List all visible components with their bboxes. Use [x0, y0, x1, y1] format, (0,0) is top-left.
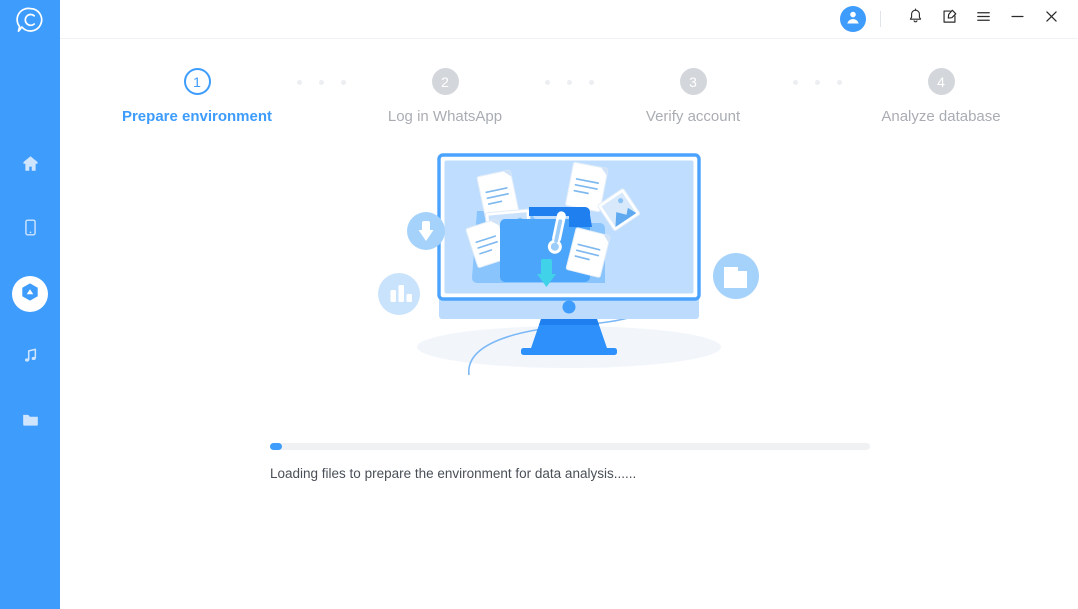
folder-icon — [21, 410, 40, 434]
step-4-label: Analyze database — [881, 108, 1001, 125]
chat-bubble-c-logo-icon — [15, 5, 45, 40]
home-icon — [21, 154, 40, 178]
step-1-label: Prepare environment — [121, 108, 273, 125]
sidebar-item-files[interactable] — [12, 404, 48, 440]
connector-dot — [544, 80, 550, 85]
app-window: 1 Prepare environment 2 Log in WhatsApp — [0, 0, 1078, 609]
step-1-prepare-environment[interactable]: 1 Prepare environment — [112, 68, 282, 125]
avatar[interactable] — [840, 6, 866, 32]
connector-dot — [836, 80, 842, 85]
close-button[interactable] — [1038, 6, 1064, 32]
step-4-circle: 4 — [927, 68, 955, 95]
titlebar-divider — [880, 11, 881, 27]
connector-dot — [566, 80, 572, 85]
recover-droplet-icon — [19, 281, 41, 308]
connector-dot — [588, 80, 594, 85]
step-3-circle: 3 — [679, 68, 707, 95]
sidebar-item-music[interactable] — [12, 340, 48, 376]
app-logo[interactable] — [0, 0, 60, 44]
close-icon — [1043, 8, 1060, 30]
bell-icon — [907, 8, 924, 30]
step-3-verify-account[interactable]: 3 Verify account — [608, 68, 778, 125]
connector-dot — [318, 80, 324, 85]
step-3-label: Verify account — [645, 108, 741, 125]
connector-dot — [296, 80, 302, 85]
minimize-button[interactable] — [1004, 6, 1030, 32]
main-column: 1 Prepare environment 2 Log in WhatsApp — [60, 0, 1078, 609]
stepper: 1 Prepare environment 2 Log in WhatsApp — [60, 68, 1078, 125]
connector-dot — [340, 80, 346, 85]
progress-bar-fill — [270, 443, 282, 450]
progress-section: Loading files to prepare the environment… — [270, 443, 870, 481]
sidebar-item-home[interactable] — [12, 148, 48, 184]
monitor-file-transfer-illustration — [369, 147, 769, 379]
progress-bar[interactable] — [270, 443, 870, 450]
step-connector-1 — [282, 80, 360, 85]
step-4-analyze-database[interactable]: 4 Analyze database — [856, 68, 1026, 125]
connector-dot — [814, 80, 820, 85]
progress-status-text: Loading files to prepare the environment… — [270, 466, 637, 481]
notifications-button[interactable] — [902, 6, 928, 32]
step-1-circle: 1 — [183, 68, 211, 95]
sidebar — [0, 0, 60, 609]
user-avatar-icon — [844, 8, 862, 31]
feedback-button[interactable] — [936, 6, 962, 32]
hamburger-menu-icon — [975, 8, 992, 30]
edit-note-icon — [941, 8, 958, 30]
step-connector-3 — [778, 80, 856, 85]
sidebar-item-recover[interactable] — [12, 276, 48, 312]
step-connector-2 — [530, 80, 608, 85]
step-2-circle: 2 — [431, 68, 459, 95]
content-area: 1 Prepare environment 2 Log in WhatsApp — [60, 39, 1078, 609]
sidebar-nav — [12, 148, 48, 440]
minimize-icon — [1009, 8, 1026, 30]
titlebar — [60, 0, 1078, 39]
sidebar-item-device[interactable] — [12, 212, 48, 248]
music-note-icon — [21, 346, 40, 370]
mobile-device-icon — [21, 218, 40, 242]
menu-button[interactable] — [970, 6, 996, 32]
step-2-label: Log in WhatsApp — [387, 108, 503, 125]
connector-dot — [792, 80, 798, 85]
step-2-log-in-whatsapp[interactable]: 2 Log in WhatsApp — [360, 68, 530, 125]
